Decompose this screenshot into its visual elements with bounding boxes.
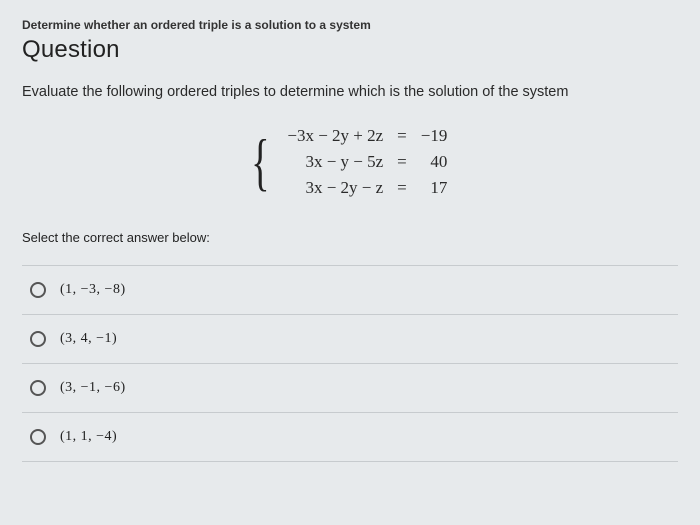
question-prompt: Evaluate the following ordered triples t… [22, 84, 678, 100]
option-label: (3, 4, −1) [60, 331, 117, 347]
select-answer-label: Select the correct answer below: [22, 230, 678, 257]
radio-icon [30, 282, 46, 298]
option-label: (3, −1, −6) [60, 380, 126, 396]
left-brace-icon: { [251, 130, 269, 194]
equation-lhs: 3x − 2y − z [281, 176, 389, 200]
option-label: (1, −3, −8) [60, 282, 126, 298]
equation-rhs: −19 [415, 124, 454, 148]
equation-table: −3x − 2y + 2z = −19 3x − y − 5z = 40 3x … [279, 122, 455, 202]
equation-lhs: 3x − y − 5z [281, 150, 389, 174]
equals-sign: = [391, 176, 413, 200]
answer-options: (1, −3, −8) (3, 4, −1) (3, −1, −6) (1, 1… [22, 265, 678, 462]
equation-rhs: 17 [415, 176, 454, 200]
equation-row: 3x − 2y − z = 17 [281, 176, 453, 200]
topic-label: Determine whether an ordered triple is a… [22, 18, 678, 32]
question-heading: Question [22, 36, 678, 64]
radio-icon [30, 331, 46, 347]
answer-option[interactable]: (1, 1, −4) [22, 413, 678, 462]
system-of-equations: { −3x − 2y + 2z = −19 3x − y − 5z = 40 3… [22, 122, 678, 202]
answer-option[interactable]: (3, 4, −1) [22, 315, 678, 364]
equation-row: 3x − y − 5z = 40 [281, 150, 453, 174]
radio-icon [30, 429, 46, 445]
equals-sign: = [391, 124, 413, 148]
equation-lhs: −3x − 2y + 2z [281, 124, 389, 148]
radio-icon [30, 380, 46, 396]
equals-sign: = [391, 150, 413, 174]
answer-option[interactable]: (3, −1, −6) [22, 364, 678, 413]
answer-option[interactable]: (1, −3, −8) [22, 266, 678, 315]
question-card: Determine whether an ordered triple is a… [0, 0, 700, 525]
option-label: (1, 1, −4) [60, 429, 117, 445]
equation-rhs: 40 [415, 150, 454, 174]
equation-row: −3x − 2y + 2z = −19 [281, 124, 453, 148]
